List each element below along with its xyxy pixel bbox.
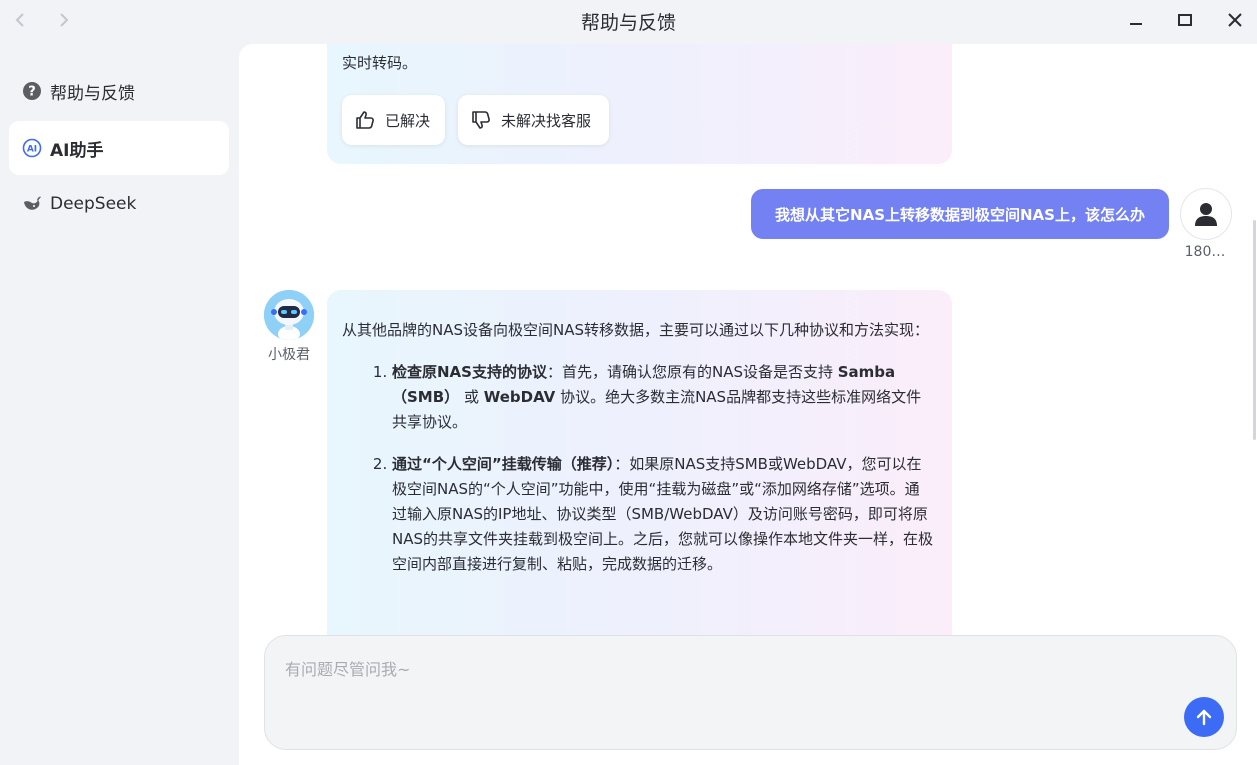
ai-icon: AI	[22, 138, 42, 158]
send-button[interactable]	[1184, 697, 1224, 737]
thumbs-down-icon	[470, 109, 492, 131]
user-message-bubble: 我想从其它NAS上转移数据到极空间NAS上，该怎么办	[751, 189, 1169, 239]
maximize-button[interactable]	[1171, 6, 1199, 34]
minimize-button[interactable]	[1122, 6, 1150, 34]
sidebar-item-label: DeepSeek	[50, 194, 137, 214]
user-icon	[1195, 203, 1217, 226]
resolved-label: 已解决	[385, 111, 431, 130]
thumbs-up-icon	[354, 109, 376, 131]
title-bar: 帮助与反馈	[0, 0, 1257, 44]
message-input-box	[264, 635, 1237, 750]
help-icon: ?	[22, 81, 42, 101]
clipped-line: ——————————————————————	[342, 44, 942, 51]
sidebar-item-label: 帮助与反馈	[50, 83, 135, 104]
sidebar: ? 帮助与反馈 AI AI助手 DeepSeek	[0, 44, 238, 765]
resolved-button[interactable]: 已解决	[342, 95, 445, 145]
message-input[interactable]	[283, 654, 1167, 698]
step-title: 通过“个人空间”挂载传输（推荐）	[392, 455, 615, 473]
sidebar-item-label: AI助手	[50, 140, 104, 161]
step-keyword: WebDAV	[483, 388, 556, 406]
sidebar-item-help[interactable]: ? 帮助与反馈	[9, 64, 229, 118]
app-window: 帮助与反馈 ? 帮助与反馈 AI AI助手 DeepSeek 实时转码。 已解决…	[0, 0, 1257, 765]
window-title: 帮助与反馈	[580, 12, 676, 34]
deepseek-icon	[22, 194, 42, 214]
user-message-text: 我想从其它NAS上转移数据到极空间NAS上，该怎么办	[775, 205, 1145, 224]
close-icon	[1228, 13, 1242, 27]
unresolved-label: 未解决找客服	[501, 111, 592, 130]
prev-answer-tail: 实时转码。	[342, 54, 418, 72]
bot-name: 小极君	[268, 347, 310, 363]
chat-scrollbar[interactable]	[1253, 220, 1256, 440]
step-text: 或	[459, 388, 484, 406]
user-name: 180…	[1184, 244, 1226, 260]
arrow-up-icon	[1196, 709, 1212, 726]
maximize-icon	[1178, 14, 1192, 26]
step-text: ：首先，请确认您原有的NAS设备是否支持	[546, 363, 838, 381]
unresolved-contact-support-button[interactable]: 未解决找客服	[458, 95, 609, 145]
robot-icon	[264, 290, 314, 340]
svg-text:?: ?	[28, 85, 36, 100]
sidebar-item-ai-assistant[interactable]: AI AI助手	[9, 121, 229, 175]
bot-avatar	[264, 290, 314, 340]
step-title: 检查原NAS支持的协议	[392, 363, 547, 381]
answer-step: 检查原NAS支持的协议：首先，请确认您原有的NAS设备是否支持 Samba（SM…	[392, 360, 934, 435]
close-button[interactable]	[1221, 6, 1249, 34]
minimize-icon	[1130, 23, 1142, 25]
sidebar-item-deepseek[interactable]: DeepSeek	[9, 177, 229, 231]
assistant-answer-text: 从其他品牌的NAS设备向极空间NAS转移数据，主要可以通过以下几种协议和方法实现…	[342, 318, 934, 594]
user-avatar[interactable]	[1180, 188, 1232, 240]
assistant-message-text: —————————————————————— 实时转码。	[342, 44, 942, 76]
answer-steps-list: 检查原NAS支持的协议：首先，请确认您原有的NAS设备是否支持 Samba（SM…	[342, 360, 934, 577]
answer-step: 通过“个人空间”挂载传输（推荐）：如果原NAS支持SMB或WebDAV，您可以在…	[392, 452, 934, 577]
answer-intro: 从其他品牌的NAS设备向极空间NAS转移数据，主要可以通过以下几种协议和方法实现…	[342, 321, 930, 339]
svg-text:AI: AI	[27, 145, 37, 155]
